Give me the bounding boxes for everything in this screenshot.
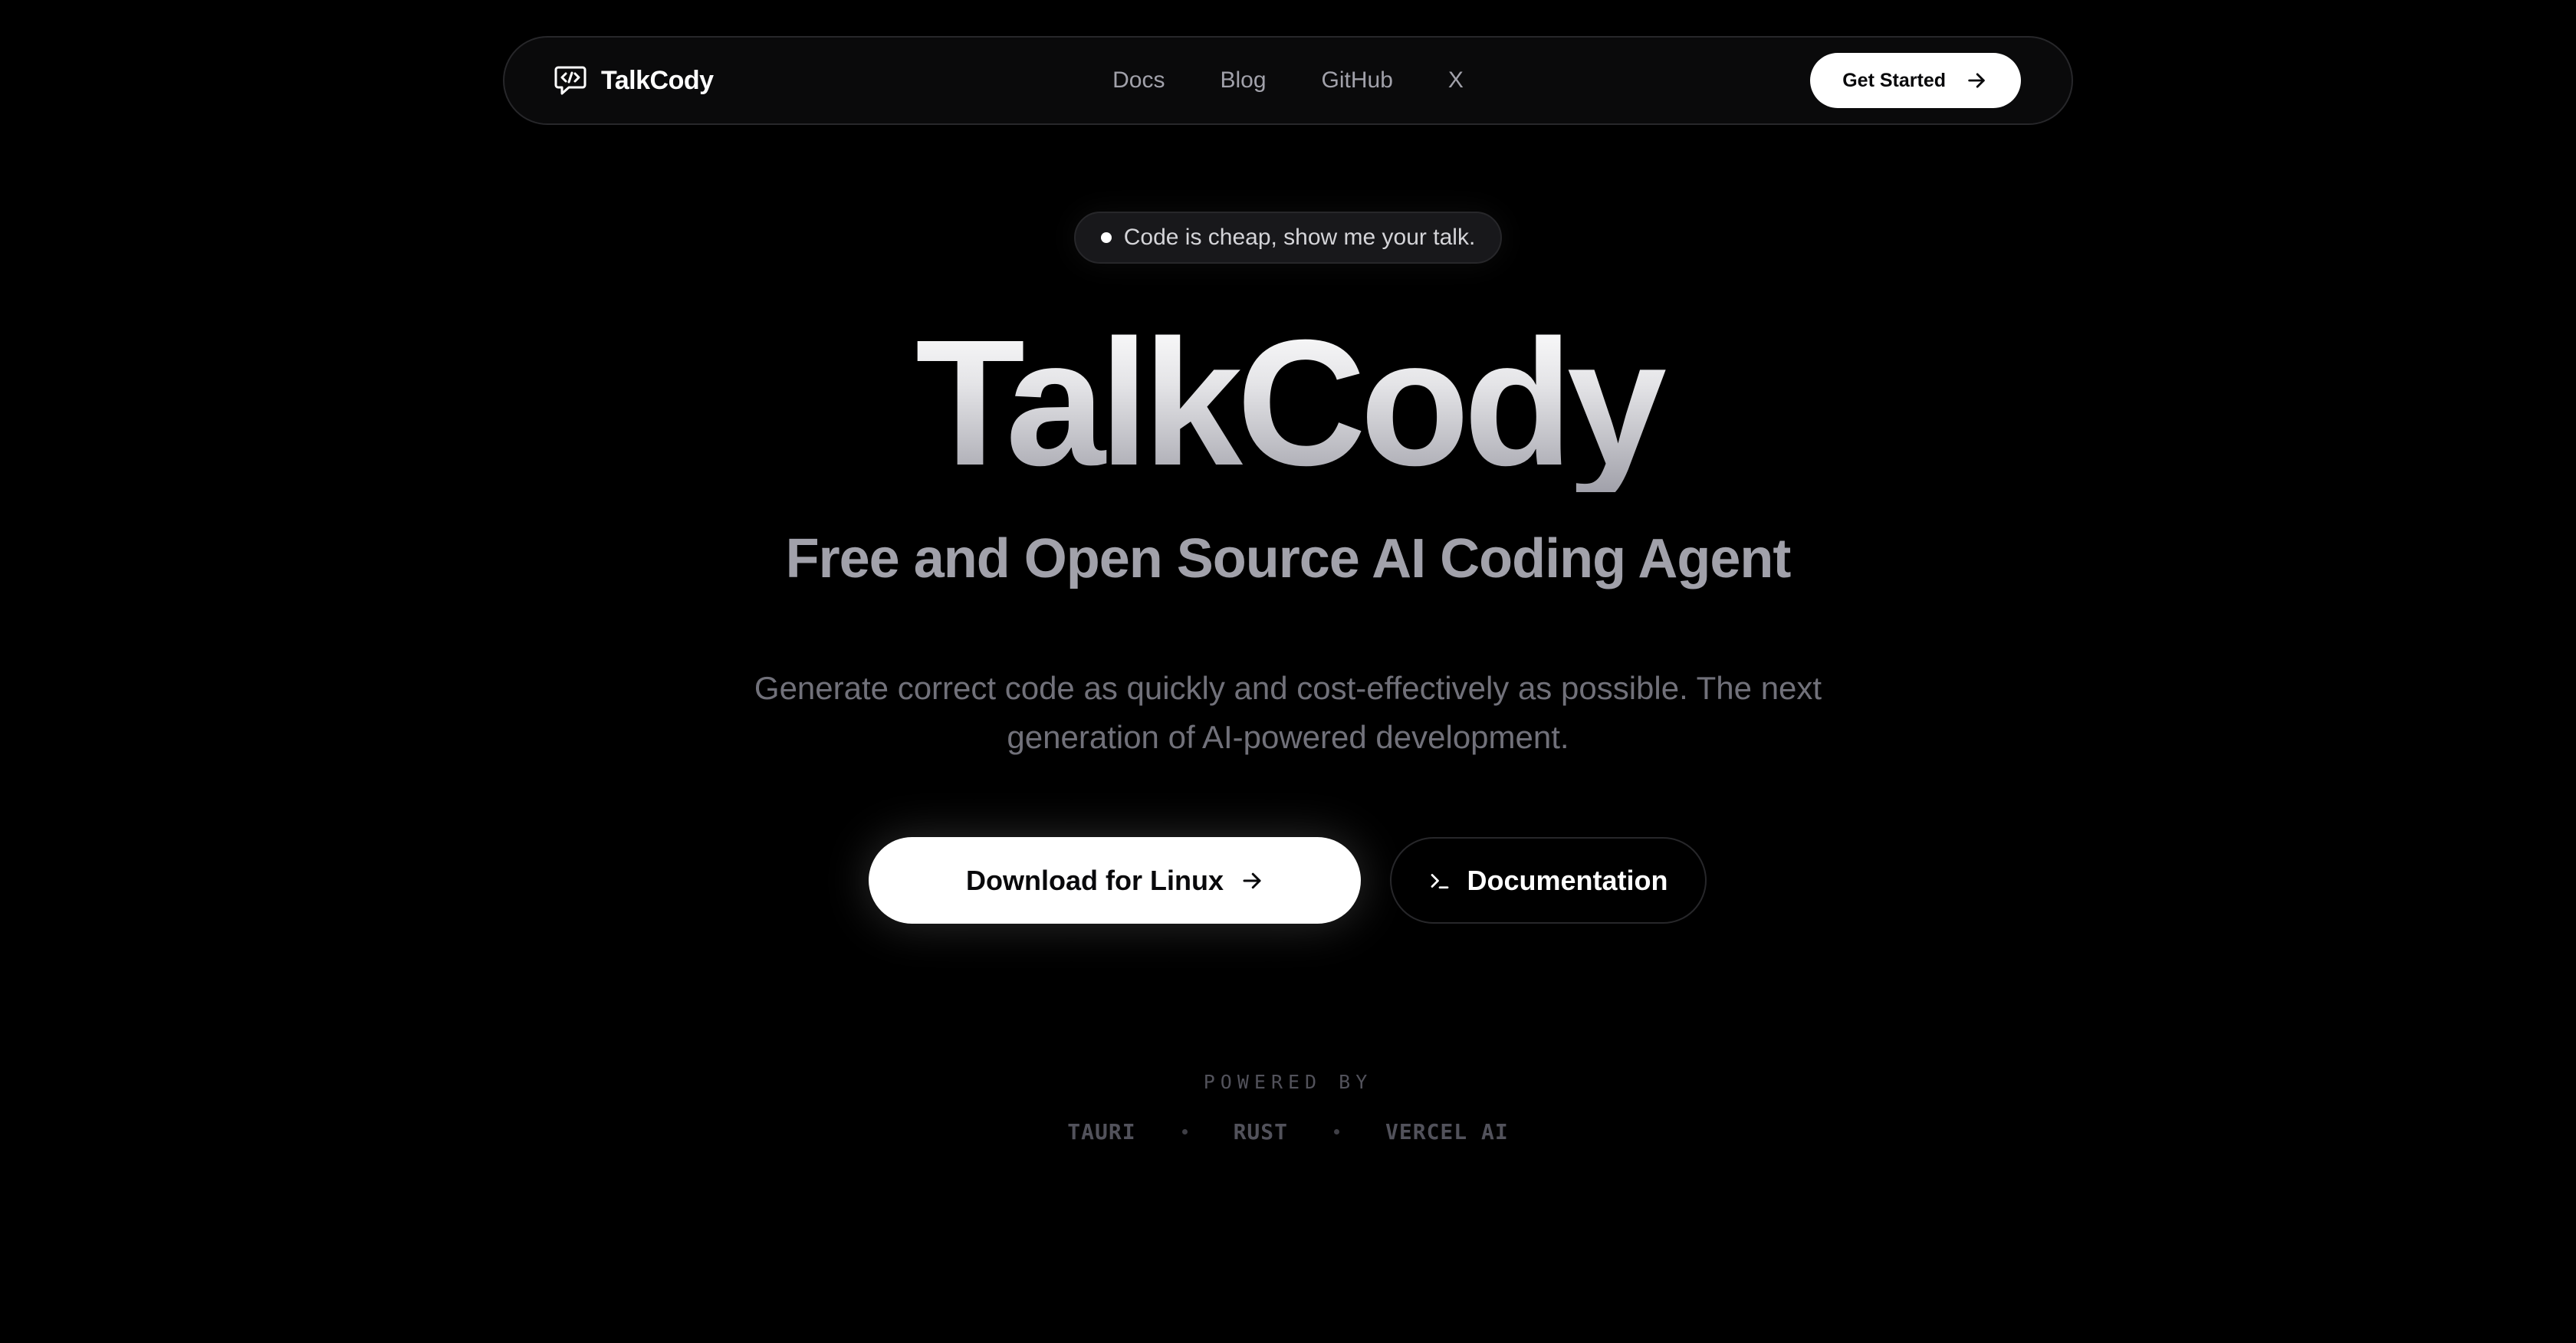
nav-link-blog[interactable]: Blog xyxy=(1220,67,1266,94)
chat-code-icon xyxy=(554,66,586,95)
separator-dot xyxy=(1181,1129,1188,1134)
hero-description: Generate correct code as quickly and cos… xyxy=(754,670,1822,755)
hero-subtitle: Free and Open Source AI Coding Agent xyxy=(785,528,1792,589)
documentation-label: Documentation xyxy=(1467,864,1668,896)
nav-link-x[interactable]: X xyxy=(1448,67,1464,94)
navbar: TalkCody Docs Blog GitHub X Get Started xyxy=(503,36,2073,125)
status-dot xyxy=(1100,232,1112,243)
nav-link-github[interactable]: GitHub xyxy=(1322,67,1393,94)
download-label: Download for Linux xyxy=(966,864,1224,896)
powered-by-label: POWERED BY xyxy=(1203,1071,1373,1093)
landing-page: TalkCody Docs Blog GitHub X Get Started … xyxy=(0,0,2576,1343)
arrow-right-icon xyxy=(1968,73,1985,88)
tech-item-vercel-ai: VERCEL AI xyxy=(1385,1119,1509,1144)
nav-link-docs[interactable]: Docs xyxy=(1112,67,1165,94)
documentation-button[interactable]: Documentation xyxy=(1390,837,1707,924)
terminal-icon xyxy=(1431,873,1449,888)
get-started-button[interactable]: Get Started xyxy=(1810,53,2021,108)
tech-item-rust: RUST xyxy=(1233,1119,1288,1144)
nav-links: Docs Blog GitHub X xyxy=(1112,67,1464,94)
separator-dot xyxy=(1334,1129,1339,1134)
brand-name: TalkCody xyxy=(601,65,714,95)
tech-item-tauri: TAURI xyxy=(1067,1119,1136,1144)
hero-title: TalkCody xyxy=(0,313,2576,492)
tech-stack-list: TAURI RUST VERCEL AI xyxy=(0,1119,2576,1144)
get-started-label: Get Started xyxy=(1842,69,1946,91)
tagline-text: Code is cheap, show me your talk. xyxy=(1123,225,1476,250)
download-linux-button[interactable]: Download for Linux xyxy=(869,837,1361,924)
brand-logo-link[interactable]: TalkCody xyxy=(554,65,714,96)
arrow-right-icon xyxy=(1243,872,1261,888)
tagline-badge: Code is cheap, show me your talk. xyxy=(1074,212,1502,264)
